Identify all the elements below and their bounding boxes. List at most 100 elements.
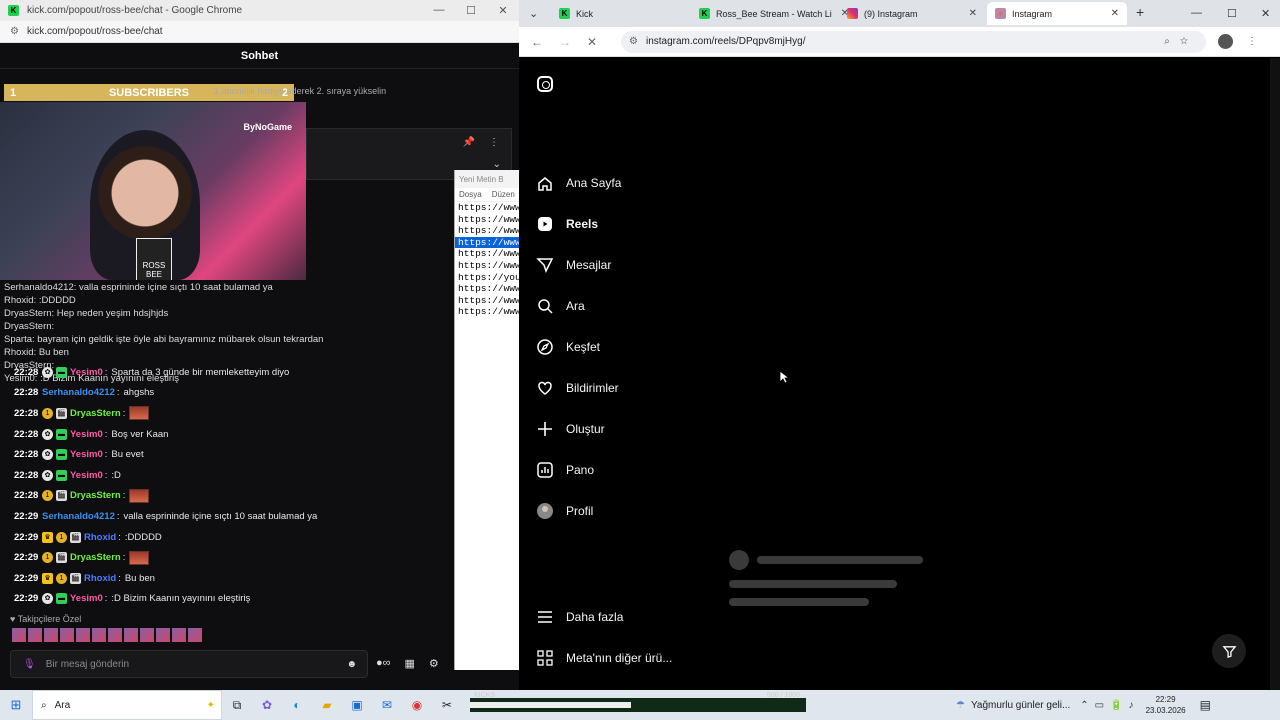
nav-item-search[interactable]: Ara bbox=[536, 297, 585, 315]
message-username[interactable]: Rhoxid bbox=[84, 573, 116, 584]
green-badge-icon[interactable]: ▬ bbox=[56, 366, 67, 378]
emote[interactable] bbox=[92, 628, 106, 642]
gift-badge-icon[interactable]: ✿ bbox=[42, 469, 53, 481]
crown-badge-icon[interactable]: ♛ bbox=[42, 572, 53, 584]
nav-item-heart[interactable]: Bildirimler bbox=[536, 379, 619, 397]
nav-item-avatar[interactable]: Profil bbox=[536, 502, 593, 520]
notepad-menu[interactable]: Dosya Düzen bbox=[455, 188, 519, 202]
emote[interactable] bbox=[76, 628, 90, 642]
nav-item-plus[interactable]: Oluştur bbox=[536, 420, 605, 438]
notepad-menu-item[interactable]: Düzen bbox=[492, 190, 515, 199]
emote[interactable] bbox=[12, 628, 26, 642]
clap-badge-icon[interactable]: 🎬 bbox=[56, 407, 67, 419]
address-text[interactable]: instagram.com/reels/DPqpv8mjHyg/ bbox=[646, 36, 806, 47]
close-tab-icon[interactable]: ✕ bbox=[969, 8, 977, 19]
notepad-line[interactable]: https://www. bbox=[455, 306, 519, 318]
notepad-line[interactable]: https://www. bbox=[455, 202, 519, 214]
gold-badge-icon[interactable]: 1 bbox=[56, 531, 67, 543]
nav-item-explore[interactable]: Keşfet bbox=[536, 338, 600, 356]
copilot-icon[interactable]: ✿ bbox=[252, 698, 282, 712]
close-button[interactable]: ✕ bbox=[487, 4, 519, 17]
notepad-line[interactable]: https://www. bbox=[455, 248, 519, 260]
store-icon[interactable]: ▦ bbox=[405, 657, 415, 670]
message-username[interactable]: Yesim0 bbox=[70, 429, 103, 440]
message-username[interactable]: Yesim0 bbox=[70, 449, 103, 460]
emote[interactable] bbox=[188, 628, 202, 642]
address-bar[interactable]: ⚙ instagram.com/reels/DPqpv8mjHyg/ ⌕☆ bbox=[621, 30, 1206, 53]
scrollbar[interactable] bbox=[1270, 58, 1280, 690]
emote-row[interactable] bbox=[12, 628, 202, 642]
message-username[interactable]: Rhoxid bbox=[84, 532, 116, 543]
close-tab-icon[interactable]: ✕ bbox=[1111, 8, 1119, 19]
emote[interactable] bbox=[60, 628, 74, 642]
gift-badge-icon[interactable]: ✿ bbox=[42, 593, 53, 605]
chat-placeholder[interactable]: Bir mesaj gönderin bbox=[46, 659, 129, 670]
gift-badge-icon[interactable]: ✿ bbox=[42, 428, 53, 440]
more-options-icon[interactable]: ⋮ bbox=[489, 137, 499, 148]
message-username[interactable]: Yesim0 bbox=[70, 593, 103, 604]
nav-item-reels[interactable]: Reels bbox=[536, 215, 598, 233]
clap-badge-icon[interactable]: 🎬 bbox=[56, 552, 67, 564]
left-url-bar[interactable]: ⚙ kick.com/popout/ross-bee/chat bbox=[0, 21, 519, 43]
emoji-icon[interactable]: ☻ bbox=[346, 659, 357, 670]
notepad-line[interactable]: https://www. bbox=[455, 295, 519, 307]
gold-badge-icon[interactable]: 1 bbox=[42, 490, 53, 502]
green-badge-icon[interactable]: ▬ bbox=[56, 428, 67, 440]
message-username[interactable]: DryasStern bbox=[70, 490, 121, 501]
green-badge-icon[interactable]: ▬ bbox=[56, 449, 67, 461]
clap-badge-icon[interactable]: 🎬 bbox=[56, 490, 67, 502]
emote[interactable] bbox=[140, 628, 154, 642]
pin-icon[interactable]: 📌 bbox=[463, 137, 475, 148]
emote[interactable] bbox=[156, 628, 170, 642]
notepad-line[interactable]: https://you bbox=[455, 272, 519, 284]
tab-instagram[interactable]: Instagram ✕ bbox=[987, 2, 1127, 25]
profile-avatar-icon[interactable] bbox=[1218, 34, 1233, 49]
message-username[interactable]: Yesim0 bbox=[70, 470, 103, 481]
store-icon[interactable]: ▣ bbox=[342, 698, 372, 712]
notepad-line[interactable]: https://www. bbox=[455, 283, 519, 295]
notepad-line[interactable]: https://www. bbox=[455, 260, 519, 272]
task-view-icon[interactable]: ⧉ bbox=[222, 698, 252, 713]
instagram-logo-icon[interactable] bbox=[537, 76, 553, 92]
nav-item-apps[interactable]: Meta'nın diğer ürü... bbox=[536, 649, 672, 667]
message-username[interactable]: DryasStern bbox=[70, 408, 121, 419]
weather-widget[interactable]: ☂ Yağmurlu günler geli... bbox=[956, 700, 1070, 711]
zoom-bookmark-icons[interactable]: ⌕☆ bbox=[1164, 36, 1198, 47]
chat-input[interactable]: 🎙 Bir mesaj gönderin ☻ bbox=[10, 650, 368, 678]
emote[interactable] bbox=[124, 628, 138, 642]
message-username[interactable]: Yesim0 bbox=[70, 367, 103, 378]
notepad-text[interactable]: https://www.https://www.https://www.http… bbox=[455, 202, 519, 318]
nav-item-menu[interactable]: Daha fazla bbox=[536, 608, 623, 626]
message-username[interactable]: Serhanaldo4212 bbox=[42, 387, 115, 398]
crown-badge-icon[interactable]: ♛ bbox=[42, 531, 53, 543]
edge-icon[interactable]: ◐ bbox=[282, 698, 312, 712]
emote[interactable] bbox=[172, 628, 186, 642]
points-icon[interactable]: ●∞ bbox=[376, 657, 391, 670]
notepad-window[interactable]: Yeni Metin B DosyaDüzen https://www.http… bbox=[454, 170, 519, 670]
filter-button[interactable] bbox=[1212, 634, 1246, 668]
snipping-tool-icon[interactable]: ✂ bbox=[432, 698, 462, 712]
file-explorer-icon[interactable]: ▰ bbox=[312, 698, 342, 712]
notification-icon[interactable]: ▤ bbox=[1200, 698, 1211, 712]
chevron-down-icon[interactable]: ⌄ bbox=[493, 159, 501, 170]
windows-start-icon[interactable]: ⊞ bbox=[0, 697, 32, 713]
site-info-icon[interactable]: ⚙ bbox=[629, 36, 638, 47]
message-username[interactable]: DryasStern bbox=[70, 552, 121, 563]
gold-badge-icon[interactable]: 1 bbox=[42, 552, 53, 564]
nav-item-messages[interactable]: Mesajlar bbox=[536, 256, 611, 274]
emote[interactable] bbox=[108, 628, 122, 642]
chrome-menu-icon[interactable]: ⋮ bbox=[1247, 36, 1257, 47]
forward-icon[interactable]: → bbox=[559, 35, 575, 49]
maximize-button[interactable]: ☐ bbox=[455, 4, 487, 17]
gift-badge-icon[interactable]: ✿ bbox=[42, 449, 53, 461]
minimize-button[interactable]: — bbox=[1191, 7, 1202, 19]
gold-badge-icon[interactable]: 1 bbox=[56, 572, 67, 584]
nav-item-dashboard[interactable]: Pano bbox=[536, 461, 594, 479]
notepad-line[interactable]: https://www. bbox=[455, 236, 519, 249]
notepad-line[interactable]: https://www. bbox=[455, 225, 519, 237]
settings-icon[interactable]: ⚙ bbox=[429, 657, 439, 670]
nav-item-home[interactable]: Ana Sayfa bbox=[536, 174, 621, 192]
green-badge-icon[interactable]: ▬ bbox=[56, 593, 67, 605]
minimize-button[interactable]: — bbox=[423, 4, 455, 17]
system-tray-icons[interactable]: ⌃▭🔋♪ bbox=[1080, 700, 1139, 711]
